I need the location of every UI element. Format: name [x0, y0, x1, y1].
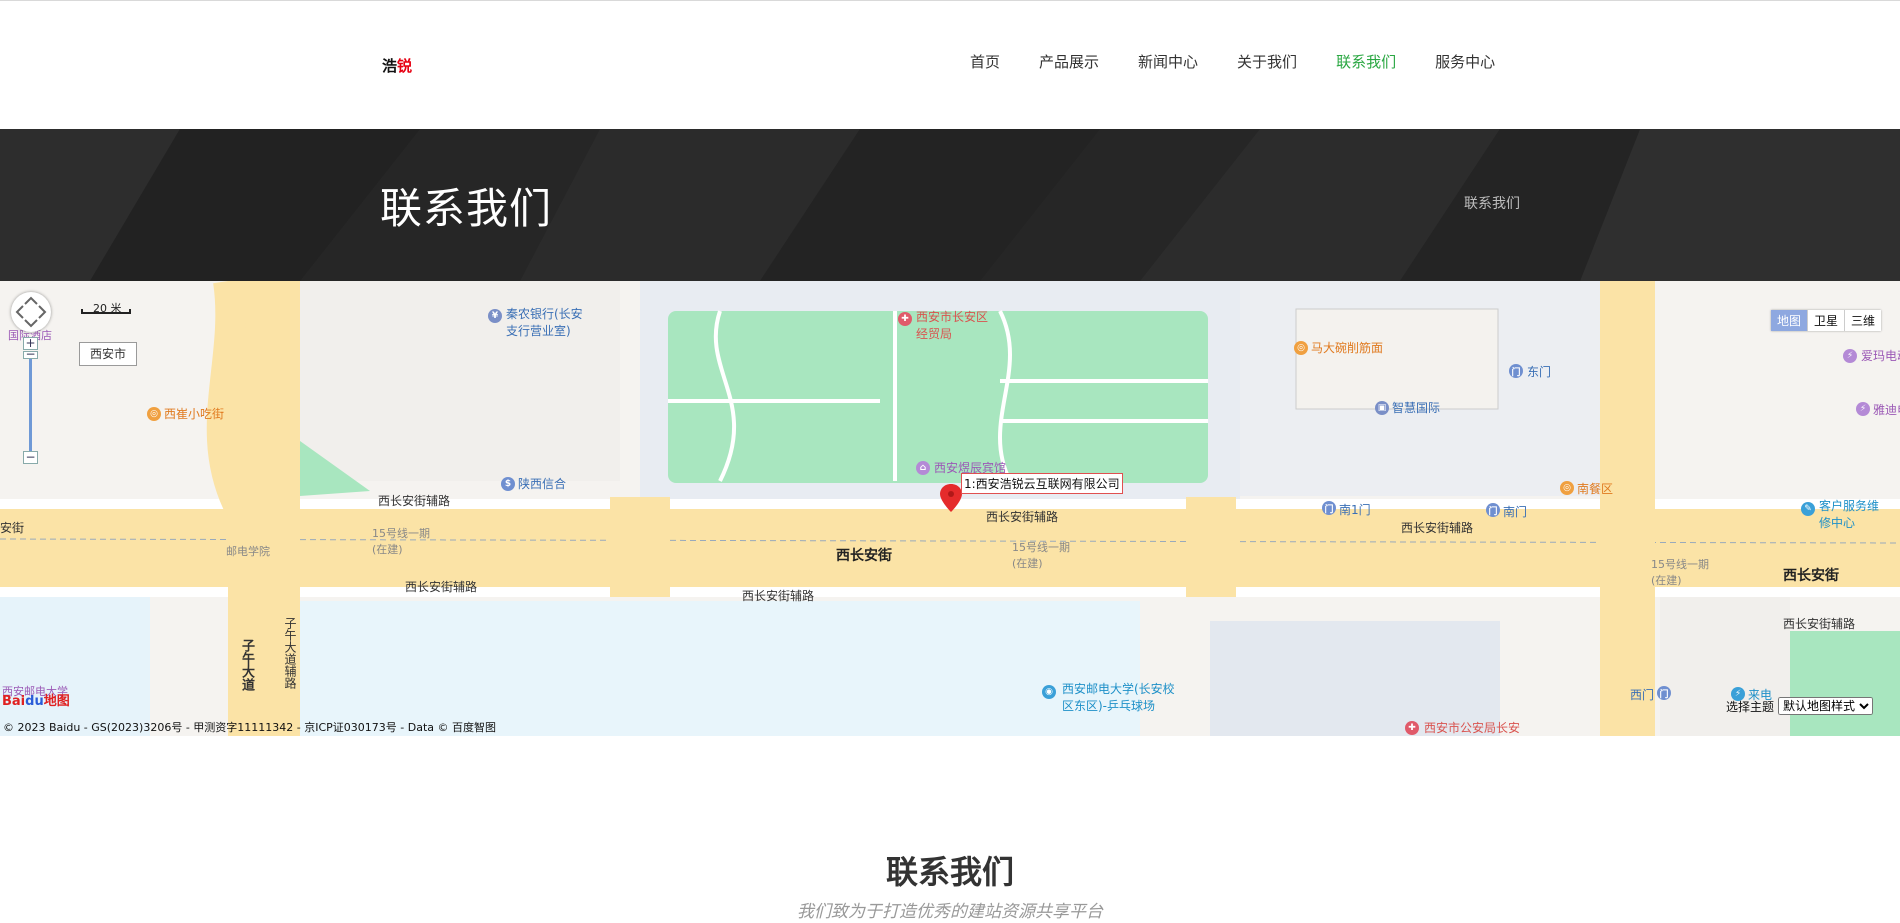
- poi-label[interactable]: 西安邮电大学(长安校区东区)-乒乓球场: [1062, 680, 1182, 714]
- road-label-main: 西长安街: [1783, 568, 1839, 584]
- poi-label[interactable]: 西崔小吃街: [164, 405, 224, 422]
- nav-item-contact[interactable]: 联系我们: [1336, 51, 1396, 72]
- banner-background: [0, 129, 1900, 281]
- poi-label[interactable]: 东门: [1527, 363, 1551, 380]
- pan-arrows-icon: [15, 296, 47, 328]
- map-type-3d[interactable]: 三维: [1844, 310, 1882, 331]
- nav-item-service[interactable]: 服务中心: [1435, 51, 1495, 72]
- city-button[interactable]: 西安市: [79, 342, 137, 366]
- metro-label: 15号线一期(在建): [1012, 541, 1070, 570]
- road-label-vertical: 子午大道: [239, 639, 254, 691]
- road-label: 西长安街辅路: [986, 510, 1059, 524]
- breadcrumb[interactable]: 联系我们: [1464, 193, 1520, 213]
- zoom-out-button[interactable]: −: [23, 451, 38, 464]
- zoom-slider[interactable]: [29, 351, 32, 459]
- poi-label[interactable]: 马大碗削筋面: [1311, 339, 1383, 356]
- poi-label[interactable]: 西安市公安局长安: [1424, 719, 1520, 736]
- road-label: 西长安街辅路: [405, 580, 478, 594]
- road-label: 西长安街辅路: [378, 494, 451, 508]
- map-type-satellite[interactable]: 卫星: [1807, 310, 1845, 331]
- nav-item-news[interactable]: 新闻中心: [1138, 51, 1198, 72]
- logo-part-2: 锐: [397, 57, 413, 75]
- main-nav: 首页 产品展示 新闻中心 关于我们 联系我们 服务中心: [970, 51, 1534, 72]
- theme-select[interactable]: 默认地图样式: [1778, 697, 1874, 715]
- zoom-control: + − −: [23, 337, 38, 477]
- logo-part-1: 浩: [382, 57, 398, 75]
- map-type-standard[interactable]: 地图: [1771, 310, 1808, 331]
- poi-label[interactable]: 爱玛电动: [1861, 347, 1900, 364]
- page-title: 联系我们: [380, 184, 553, 233]
- road-label: 西长安街辅路: [742, 589, 815, 603]
- poi-label[interactable]: 西门: [1630, 686, 1654, 703]
- location-marker-icon[interactable]: [940, 484, 962, 512]
- page-banner: 联系我们 联系我们: [0, 129, 1900, 281]
- road-label: 安街: [0, 521, 25, 535]
- site-logo[interactable]: 浩锐: [382, 55, 412, 76]
- logo-text: Bai: [2, 694, 26, 709]
- map-scale: 20 米: [81, 300, 131, 315]
- logo-text: du: [25, 694, 44, 709]
- baidu-map-logo[interactable]: Baidu地图: [2, 690, 70, 709]
- poi-label[interactable]: 西安市长安区经贸局: [916, 308, 996, 342]
- marker-label[interactable]: 1:西安浩锐云互联网有限公司: [961, 473, 1123, 494]
- road-label-vertical: 子午大道辅路: [283, 617, 297, 689]
- poi-label[interactable]: 南餐区: [1577, 480, 1613, 497]
- map-copyright: © 2023 Baidu - GS(2023)3206号 - 甲测资字11111…: [3, 721, 497, 734]
- poi-label[interactable]: 陕西信合: [518, 475, 566, 492]
- logo-text: 地图: [43, 694, 70, 709]
- site-header: 浩锐 首页 产品展示 新闻中心 关于我们 联系我们 服务中心: [0, 1, 1900, 129]
- pan-control[interactable]: [11, 292, 51, 332]
- scale-bar: [81, 309, 131, 314]
- poi-label[interactable]: 秦农银行(长安支行营业室): [506, 305, 586, 339]
- poi-label[interactable]: 客户服务维修中心: [1819, 497, 1879, 531]
- theme-selector: 选择主题 默认地图样式: [1726, 697, 1874, 715]
- poi-label[interactable]: 雅迪电: [1873, 401, 1900, 418]
- section-title: 联系我们: [885, 853, 1014, 891]
- theme-label: 选择主题: [1726, 699, 1775, 714]
- road-label: 西长安街辅路: [1401, 521, 1474, 535]
- metro-label: 15号线一期(在建): [372, 527, 430, 556]
- section-subtitle: 我们致为于打造优秀的建站资源共享平台: [797, 902, 1103, 922]
- poi-label[interactable]: 南门: [1503, 503, 1527, 520]
- road-label-main: 西长安街: [836, 548, 892, 564]
- nav-item-about[interactable]: 关于我们: [1237, 51, 1297, 72]
- road-label: 西长安街辅路: [1783, 617, 1856, 631]
- nav-item-home[interactable]: 首页: [970, 51, 1000, 72]
- baidu-map[interactable]: 西长安街辅路 西长安街辅路 西长安街辅路 西长安街辅路 西长安街辅路 西长安街辅…: [0, 281, 1900, 736]
- poi-label[interactable]: 智慧国际: [1392, 399, 1440, 416]
- poi-label[interactable]: 南1门: [1339, 501, 1371, 518]
- map-type-switch: 地图 卫星 三维: [1771, 310, 1882, 331]
- poi-label: 邮电学院: [226, 545, 270, 558]
- nav-item-products[interactable]: 产品展示: [1039, 51, 1099, 72]
- zoom-slider-handle[interactable]: −: [23, 348, 38, 360]
- metro-label: 15号线一期(在建): [1651, 558, 1709, 587]
